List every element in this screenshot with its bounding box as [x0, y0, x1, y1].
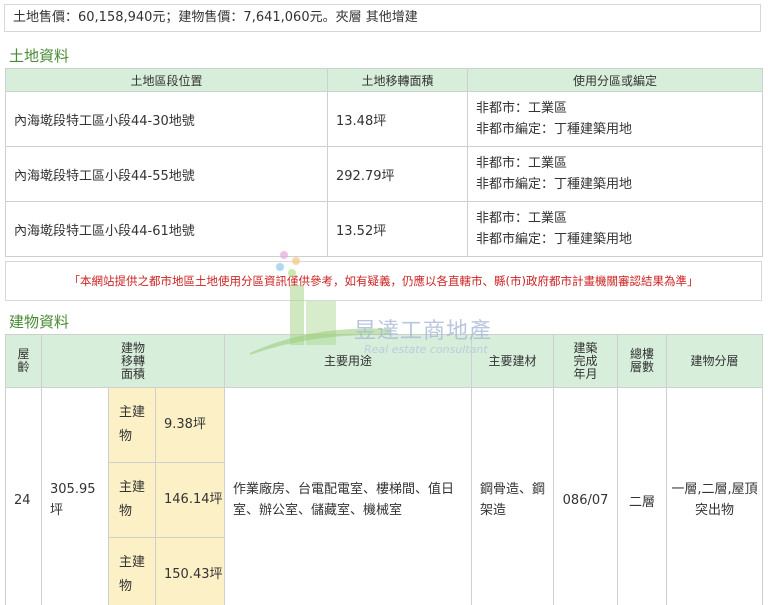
building-header-layer: 建物分層	[666, 334, 764, 388]
building-header-area: 建物移轉面積	[40, 334, 226, 388]
building-header-material: 主要建材	[471, 334, 555, 388]
building-header-floors: 總樓層數	[617, 334, 668, 388]
building-table-header: 屋齡 建物移轉面積 主要用途 主要建材 建築完成年月 總樓層數 建物分層	[5, 334, 764, 388]
land-header-area: 土地移轉面積	[327, 68, 468, 92]
land-zone-code: 非都市編定：丁種建築用地	[476, 232, 633, 247]
land-area: 292.79坪	[327, 146, 468, 202]
building-material: 鋼骨造、鋼架造	[471, 387, 555, 605]
table-row: 內海墘段特工區小段44-30地號 13.48坪 非都市：工業區 非都市編定：丁種…	[5, 91, 763, 147]
table-row: 內海墘段特工區小段44-61地號 13.52坪 非都市：工業區 非都市編定：丁種…	[5, 201, 763, 257]
building-header-built: 建築完成年月	[553, 334, 619, 388]
building-table: 屋齡 建物移轉面積 主要用途 主要建材 建築完成年月 總樓層數 建物分層 24 …	[5, 334, 764, 605]
main-building-label: 主建物	[108, 462, 156, 538]
land-zone: 非都市：工業區	[476, 156, 568, 171]
land-table: 土地區段位置 土地移轉面積 使用分區或編定 內海墘段特工區小段44-30地號 1…	[5, 68, 763, 257]
building-floors: 二層	[617, 387, 668, 605]
building-section-title: 建物資料	[9, 313, 70, 331]
land-section-title: 土地資料	[9, 47, 70, 65]
building-header-usage: 主要用途	[224, 334, 473, 388]
land-zone-cell: 非都市：工業區 非都市編定：丁種建築用地	[467, 146, 763, 202]
land-zone-cell: 非都市：工業區 非都市編定：丁種建築用地	[467, 201, 763, 257]
table-row: 24 305.95坪 主建物 9.38坪 作業廠房、台電配電室、樓梯間、值日室、…	[5, 387, 764, 605]
land-area: 13.52坪	[327, 201, 468, 257]
land-zone-cell: 非都市：工業區 非都市編定：丁種建築用地	[467, 91, 763, 147]
land-location: 內海墘段特工區小段44-61地號	[5, 201, 328, 257]
land-location: 內海墘段特工區小段44-55地號	[5, 146, 328, 202]
building-total-area: 305.95坪	[41, 387, 109, 605]
main-building-area: 150.43坪	[154, 537, 226, 605]
building-built-date: 086/07	[553, 387, 619, 605]
land-table-header: 土地區段位置 土地移轉面積 使用分區或編定	[5, 68, 763, 92]
land-zone: 非都市：工業區	[476, 211, 568, 226]
land-zone-code: 非都市編定：丁種建築用地	[476, 122, 633, 137]
main-building-area: 146.14坪	[154, 462, 226, 538]
building-layer: 一層,二層,屋頂突出物	[666, 387, 764, 605]
land-location: 內海墘段特工區小段44-30地號	[5, 91, 328, 147]
disclaimer-notice: 「本網站提供之都市地區土地使用分區資訊僅供參考，如有疑義，仍應以各直轄市、縣(市…	[5, 261, 762, 301]
price-summary-text: 土地售價：60,158,940元；建物售價：7,641,060元。夾層 其他增建	[13, 10, 418, 25]
building-usage: 作業廠房、台電配電室、樓梯間、值日室、辦公室、儲藏室、機械室	[224, 387, 473, 605]
main-building-label: 主建物	[108, 537, 156, 605]
land-zone-code: 非都市編定：丁種建築用地	[476, 177, 633, 192]
main-building-label: 主建物	[108, 387, 156, 463]
land-header-location: 土地區段位置	[5, 68, 328, 92]
building-header-age: 屋齡	[5, 334, 42, 388]
land-zone: 非都市：工業區	[476, 101, 568, 116]
building-age: 24	[5, 387, 42, 605]
main-building-area: 9.38坪	[154, 387, 226, 463]
land-header-zone: 使用分區或編定	[467, 68, 763, 92]
price-summary: 土地售價：60,158,940元；建物售價：7,641,060元。夾層 其他增建	[4, 4, 761, 32]
land-area: 13.48坪	[327, 91, 468, 147]
table-row: 內海墘段特工區小段44-55地號 292.79坪 非都市：工業區 非都市編定：丁…	[5, 146, 763, 202]
